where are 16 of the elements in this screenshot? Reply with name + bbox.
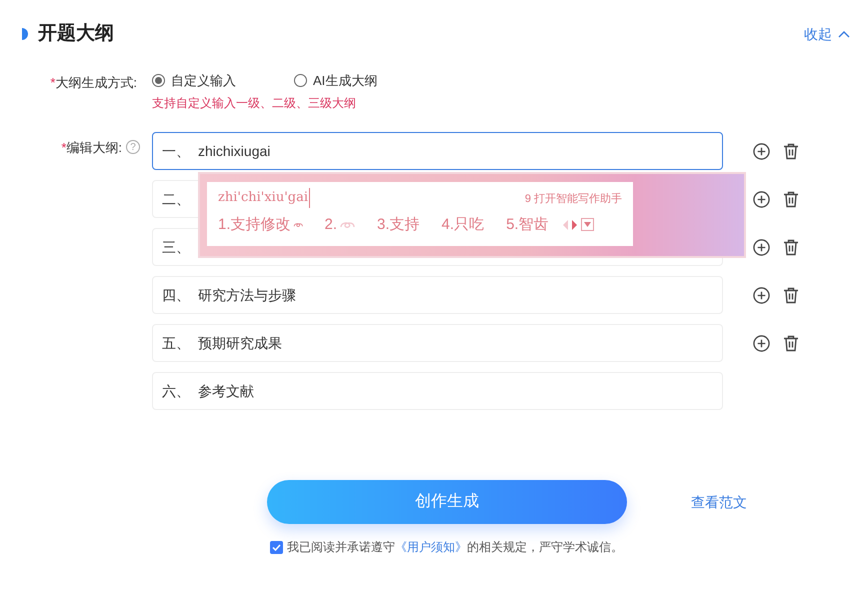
outline-text: 参考文献 [198,382,254,400]
ime-composition: zhi'chi'xiu'gai [218,188,310,208]
hint-text: 支持自定义输入一级、二级、三级大纲 [152,95,357,112]
section-title: 开题大纲 [38,22,114,46]
outline-number: 三、 [162,238,191,256]
outline-text: 预期研究成果 [198,334,282,352]
outline-text: zhichixiugai [198,142,270,161]
outline-number: 一、 [162,142,191,160]
outline-number: 五、 [162,334,191,352]
field-label: *编辑大纲: [61,139,122,157]
agreement-text: 我已阅读并承诺遵守《用户须知》的相关规定，严守学术诚信。 [287,539,623,556]
field-label: *大纲生成方式: [50,74,137,92]
outline-number: 四、 [162,286,191,304]
outline-text: 研究方法与步骤 [198,286,296,304]
outline-number: 二、 [162,190,191,208]
outline-number: 六、 [162,382,191,400]
